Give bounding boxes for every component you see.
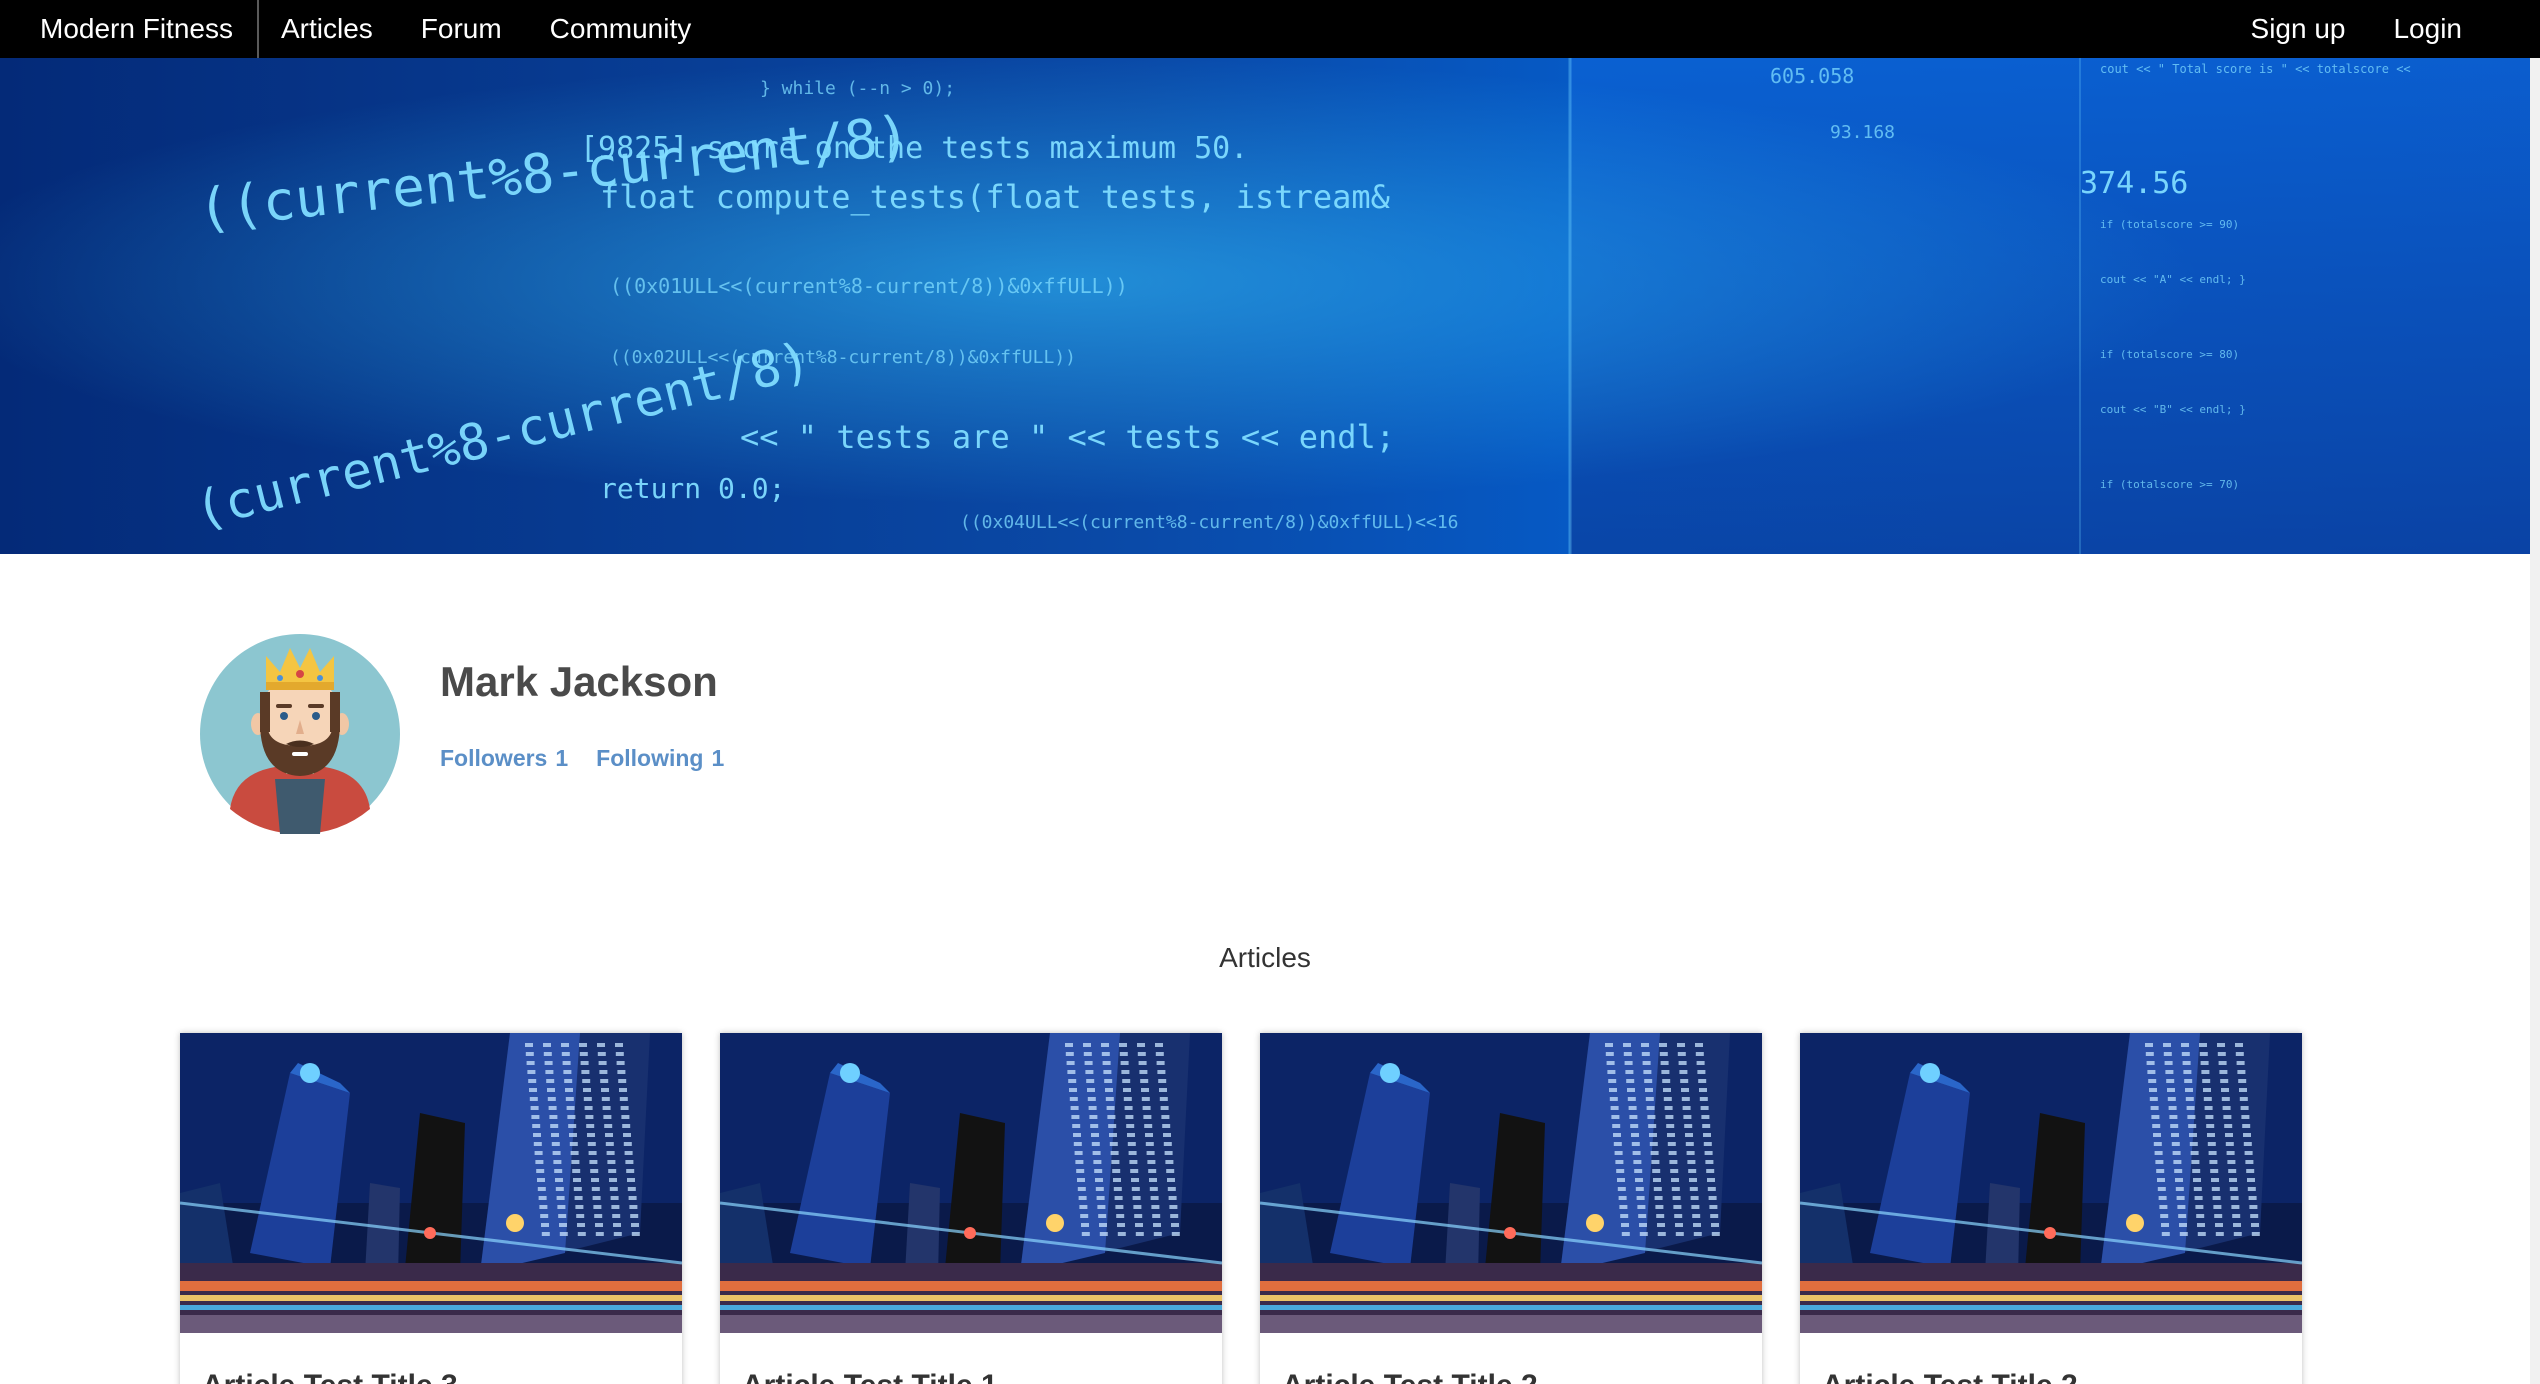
following-link[interactable]: Following 1 <box>596 745 724 772</box>
banner-code-line: 374.56 <box>2080 166 2188 201</box>
banner-code-line: ((0x04ULL<<(current%8-current/8))&0xffUL… <box>960 512 1459 533</box>
article-thumbnail-image <box>720 1033 1222 1333</box>
articles-heading: Articles <box>1219 942 1311 973</box>
following-label: Following <box>596 745 704 771</box>
article-thumbnail-image <box>1800 1033 2302 1333</box>
article-card[interactable]: Article Test Title 3 <box>180 1033 682 1384</box>
following-count: 1 <box>711 745 725 771</box>
article-title[interactable]: Article Test Title 3 <box>202 1369 458 1384</box>
page-scrollbar[interactable] <box>2530 58 2540 1384</box>
article-title[interactable]: Article Test Title 2 <box>1822 1369 2078 1384</box>
banner-code-line: ((0x01ULL<<(current%8-current/8))&0xffUL… <box>610 274 1128 298</box>
banner-code-line: cout << " Total score is " << totalscore… <box>2100 62 2411 76</box>
banner-code-line: 93.168 <box>1830 122 1895 143</box>
nav-auth-links: Sign up Login <box>2203 0 2462 58</box>
article-thumbnail-image <box>180 1033 682 1333</box>
hero-banner-image: } while (--n > 0); [9825] score on the te… <box>0 58 2530 554</box>
nav-link-forum[interactable]: Forum <box>397 13 526 45</box>
article-title[interactable]: Article Test Title 2 <box>1282 1369 1538 1384</box>
banner-code-line: } while (--n > 0); <box>760 78 955 99</box>
nav-link-community[interactable]: Community <box>526 13 716 45</box>
followers-count: 1 <box>555 745 569 771</box>
code-background-graphic: } while (--n > 0);[9825] score on the te… <box>0 58 2530 554</box>
banner-code-line: 605.058 <box>1770 64 1854 88</box>
followers-label: Followers <box>440 745 548 771</box>
banner-code-line: cout << "A" << endl; } <box>2100 273 2246 286</box>
article-card[interactable]: Article Test Title 2 <box>1260 1033 1762 1384</box>
banner-code-line: cout << "B" << endl; } <box>2100 403 2246 416</box>
brand-logo-link[interactable]: Modern Fitness <box>0 0 259 58</box>
followers-link[interactable]: Followers 1 <box>440 745 568 772</box>
signup-link[interactable]: Sign up <box>2203 13 2346 45</box>
king-avatar-icon <box>200 634 400 834</box>
article-title[interactable]: Article Test Title 1 <box>742 1369 998 1384</box>
banner-code-line: if (totalscore >= 70) <box>2100 478 2239 491</box>
avatar <box>200 634 400 834</box>
top-navbar: Modern Fitness Articles Forum Community … <box>0 0 2540 58</box>
login-link[interactable]: Login <box>2345 13 2462 45</box>
nav-link-articles[interactable]: Articles <box>259 13 397 45</box>
follow-stats: Followers 1 Following 1 <box>440 745 752 772</box>
banner-code-line: float compute_tests(float tests, istream… <box>600 178 1391 216</box>
banner-code-line: return 0.0; <box>600 472 785 505</box>
banner-code-line: if (totalscore >= 90) <box>2100 218 2239 231</box>
banner-code-line: if (totalscore >= 80) <box>2100 348 2239 361</box>
article-card[interactable]: Article Test Title 2 <box>1800 1033 2302 1384</box>
profile-name: Mark Jackson <box>440 658 718 705</box>
article-card[interactable]: Article Test Title 1 <box>720 1033 1222 1384</box>
article-thumbnail-image <box>1260 1033 1762 1333</box>
banner-code-line: << " tests are " << tests << endl; <box>740 418 1395 456</box>
